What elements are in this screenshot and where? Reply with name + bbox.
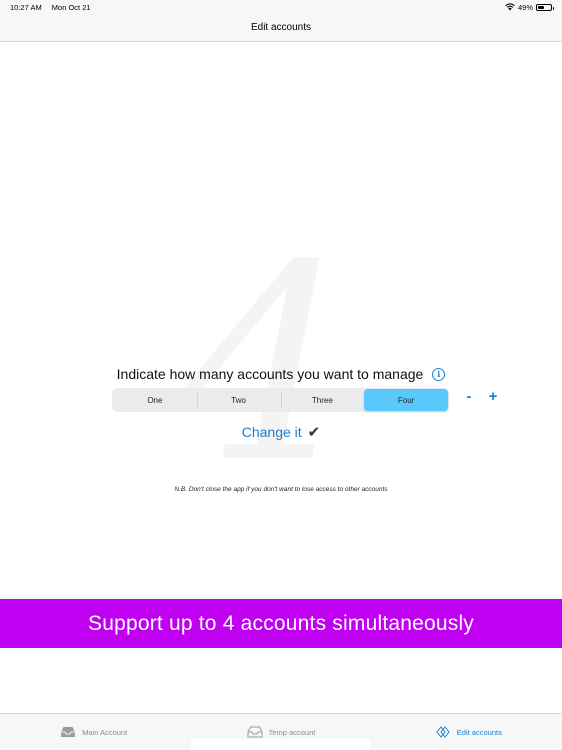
home-indicator-area xyxy=(191,739,371,750)
warning-note: N.B. Don't close the app if you don't wa… xyxy=(174,486,388,493)
change-action-row: Change it ✔ xyxy=(0,423,562,441)
status-date: Mon Oct 21 xyxy=(51,2,91,12)
tab-label: Temp account xyxy=(268,727,316,737)
change-it-button[interactable]: Change it xyxy=(242,424,302,440)
tab-label: Edit accounts xyxy=(456,727,502,737)
account-count-segmented-control[interactable]: One Two Three Four xyxy=(112,388,449,412)
tab-edit-accounts[interactable]: Edit accounts xyxy=(375,714,562,750)
battery-icon xyxy=(536,3,554,11)
segment-label: One xyxy=(147,395,163,405)
info-icon[interactable]: i xyxy=(432,367,446,381)
page-title: Edit accounts xyxy=(250,22,312,33)
prompt-text: Indicate how many accounts you want to m… xyxy=(116,366,424,382)
battery-fill xyxy=(538,5,544,9)
status-left: 10:27 AM Mon Oct 21 xyxy=(10,3,99,12)
promo-text: Support up to 4 accounts simultaneously xyxy=(87,611,475,635)
tab-label: Main Account xyxy=(82,727,128,737)
status-right: 49% xyxy=(505,2,554,12)
segment-one[interactable]: One xyxy=(113,389,197,411)
checkmark-icon: ✔ xyxy=(307,424,321,441)
segment-label: Two xyxy=(231,395,246,405)
battery-percent: 49% xyxy=(517,2,533,12)
account-stepper: - + xyxy=(462,388,500,405)
segment-label: Three xyxy=(311,395,333,405)
segment-three[interactable]: Three xyxy=(280,389,365,411)
status-time: 10:27 AM xyxy=(10,2,42,12)
status-bar: 10:27 AM Mon Oct 21 49% xyxy=(0,0,562,14)
inbox-tray-icon xyxy=(61,727,76,737)
account-count-prompt: Indicate how many accounts you want to m… xyxy=(0,366,562,382)
background-numeral: 4 xyxy=(179,207,351,522)
segment-label: Four xyxy=(397,395,415,405)
increment-button[interactable]: + xyxy=(486,388,500,405)
segment-two[interactable]: Two xyxy=(196,389,281,411)
promo-banner: Support up to 4 accounts simultaneously xyxy=(0,599,562,648)
layers-diamond-icon xyxy=(436,726,450,738)
tab-main-account[interactable]: Main Account xyxy=(0,714,187,750)
wifi-icon xyxy=(505,3,515,11)
segment-four[interactable]: Four xyxy=(364,389,448,411)
inbox-tray-icon xyxy=(247,726,263,738)
navigation-bar: Edit accounts xyxy=(0,14,562,42)
decrement-button[interactable]: - xyxy=(462,388,476,405)
